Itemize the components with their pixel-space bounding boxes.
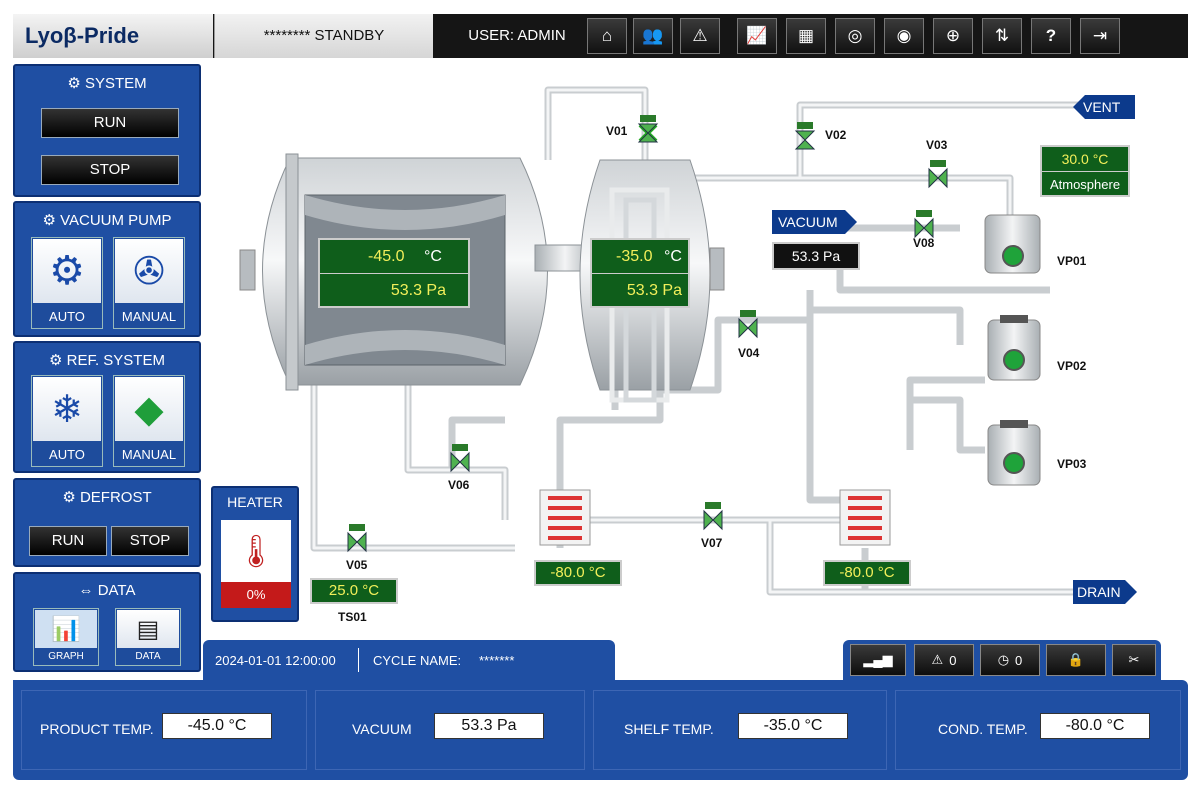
valve-label-v08: V08 bbox=[913, 236, 935, 250]
hx2-temp-display: -80.0 °C bbox=[823, 560, 911, 586]
vent-label: VENT bbox=[1083, 99, 1121, 115]
condenser-pressure: 53.3 Pa bbox=[626, 282, 682, 299]
valve-label-v06: V06 bbox=[448, 478, 470, 492]
pump-label-vp01: VP01 bbox=[1057, 254, 1087, 268]
valve-label-v02: V02 bbox=[825, 128, 847, 142]
cycle-info-bar: 2024-01-01 12:00:00 CYCLE NAME: ******* bbox=[203, 640, 615, 680]
readout-value: -45.0 °C bbox=[162, 713, 272, 739]
data-label: DATA bbox=[135, 651, 161, 662]
valve-v01 bbox=[637, 115, 659, 143]
cycle-name-value: ******* bbox=[479, 653, 515, 668]
timer-count: 0 bbox=[1015, 652, 1023, 668]
readout-vacuum: VACUUM 53.3 Pa bbox=[315, 690, 585, 770]
signal-button[interactable]: ▂▄▆ bbox=[850, 644, 906, 676]
alarm-count-button[interactable]: ⚠ 0 bbox=[914, 644, 974, 676]
valve-label-v07: V07 bbox=[701, 536, 723, 550]
readout-label: VACUUM bbox=[352, 721, 412, 737]
valve-label-v01: V01 bbox=[606, 124, 628, 138]
readout-label: PRODUCT TEMP. bbox=[40, 721, 154, 737]
cycle-name-label: CYCLE NAME: bbox=[373, 653, 462, 668]
vacuum-pump-vp02 bbox=[987, 315, 1041, 381]
vacuum-readout: 53.3 Pa bbox=[772, 242, 860, 270]
ts01-label: TS01 bbox=[338, 610, 367, 624]
readout-cond-temp: COND. TEMP. -80.0 °C bbox=[895, 690, 1181, 770]
heat-exchanger-2 bbox=[839, 489, 891, 546]
tools-button[interactable]: ✂ bbox=[1112, 644, 1156, 676]
clock-icon: ◷ bbox=[997, 652, 1010, 667]
lock-icon: 🔒 bbox=[1067, 652, 1085, 667]
readout-bar: PRODUCT TEMP. -45.0 °C VACUUM 53.3 Pa SH… bbox=[13, 680, 1188, 780]
graph-label: GRAPH bbox=[48, 651, 84, 662]
readout-value: 53.3 Pa bbox=[434, 713, 544, 739]
atmosphere-label: Atmosphere bbox=[1049, 177, 1121, 192]
drain-label: DRAIN bbox=[1077, 584, 1121, 600]
valve-label-v03: V03 bbox=[926, 138, 948, 152]
readout-shelf-temp: SHELF TEMP. -35.0 °C bbox=[593, 690, 887, 770]
chamber-temp-unit: °C bbox=[424, 248, 442, 265]
alarm-count: 0 bbox=[949, 652, 957, 668]
heat-exchanger-1 bbox=[539, 489, 591, 546]
timer-count-button[interactable]: ◷ 0 bbox=[980, 644, 1040, 676]
hx1-temp-display: -80.0 °C bbox=[534, 560, 622, 586]
valve-v03 bbox=[928, 160, 948, 189]
valve-label-v05: V05 bbox=[346, 558, 368, 572]
pump-label-vp02: VP02 bbox=[1057, 359, 1087, 373]
readout-product-temp: PRODUCT TEMP. -45.0 °C bbox=[21, 690, 307, 770]
vacuum-pump-vp01 bbox=[984, 214, 1041, 274]
atmosphere-display: 30.0 °C Atmosphere bbox=[1040, 145, 1130, 197]
valve-v07 bbox=[703, 502, 723, 531]
condenser-temp: -35.0 bbox=[616, 248, 653, 265]
chamber-temp: -45.0 bbox=[368, 248, 405, 265]
process-diagram bbox=[239, 86, 1137, 604]
chamber-display: -45.0 °C 53.3 Pa bbox=[318, 238, 470, 308]
readout-label: COND. TEMP. bbox=[938, 721, 1028, 737]
condenser-display: -35.0 °C 53.3 Pa bbox=[590, 238, 690, 308]
alarm-icon: ⚠ bbox=[931, 652, 944, 667]
valve-label-v04: V04 bbox=[738, 346, 760, 360]
condenser-temp-unit: °C bbox=[664, 248, 682, 265]
vacuum-pump-vp03 bbox=[987, 420, 1041, 486]
readout-label: SHELF TEMP. bbox=[624, 721, 714, 737]
tools-icon: ✂ bbox=[1128, 652, 1140, 667]
readout-value: -35.0 °C bbox=[738, 713, 848, 739]
lock-button[interactable]: 🔒 bbox=[1046, 644, 1106, 676]
atmosphere-temp: 30.0 °C bbox=[1061, 151, 1109, 167]
pump-label-vp03: VP03 bbox=[1057, 457, 1087, 471]
datetime: 2024-01-01 12:00:00 bbox=[215, 653, 336, 668]
readout-value: -80.0 °C bbox=[1040, 713, 1150, 739]
signal-icon: ▂▄▆ bbox=[863, 652, 893, 667]
ts01-display: 25.0 °C bbox=[310, 578, 398, 604]
vacuum-label: VACUUM bbox=[778, 214, 838, 230]
valve-v08 bbox=[914, 210, 934, 239]
chamber-pressure: 53.3 Pa bbox=[390, 282, 446, 299]
